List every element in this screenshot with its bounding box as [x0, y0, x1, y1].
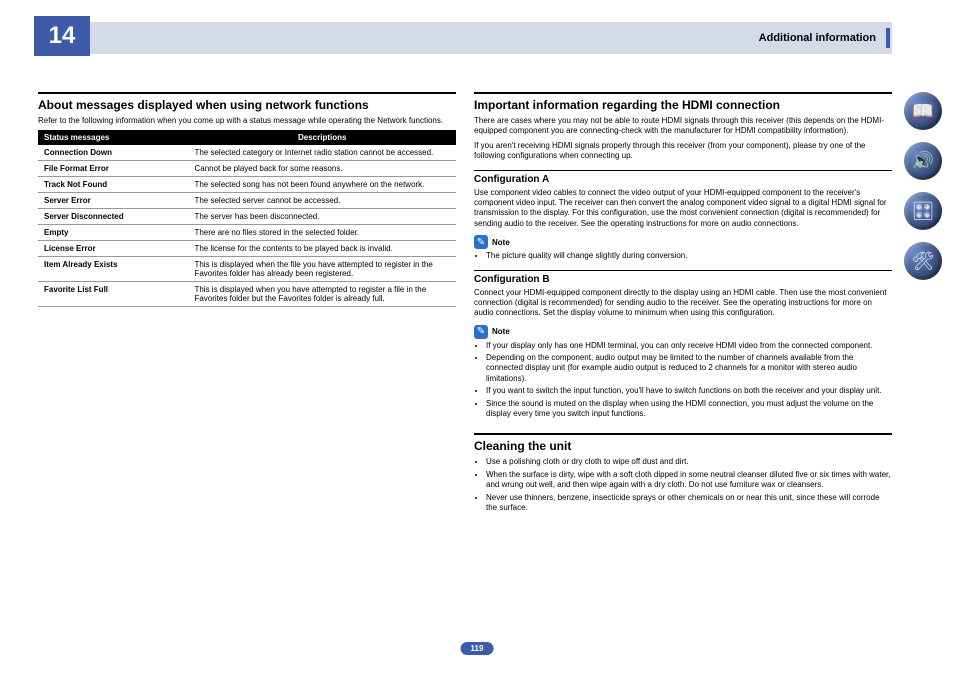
list-item: If your display only has one HDMI termin…	[486, 341, 892, 351]
note-a-list: The picture quality will change slightly…	[474, 251, 892, 261]
desc-cell: The server has been disconnected.	[188, 209, 456, 225]
desc-cell: The license for the contents to be playe…	[188, 241, 456, 257]
left-column: About messages displayed when using netw…	[38, 92, 456, 517]
list-item: Never use thinners, benzene, insecticide…	[486, 493, 892, 514]
status-cell: Empty	[38, 225, 188, 241]
remote-icon[interactable]: 🎛	[904, 192, 942, 230]
config-a-text: Use component video cables to connect th…	[474, 188, 892, 230]
page-number: 119	[461, 642, 494, 655]
note-b-list: If your display only has one HDMI termin…	[474, 341, 892, 420]
hdmi-intro-2: If you aren't receiving HDMI signals pro…	[474, 141, 892, 162]
status-cell: Favorite List Full	[38, 282, 188, 307]
table-row: EmptyThere are no files stored in the se…	[38, 225, 456, 241]
status-messages-table: Status messages Descriptions Connection …	[38, 130, 456, 307]
list-item: Depending on the component, audio output…	[486, 353, 892, 384]
header-bar: 14 Additional information	[38, 22, 892, 54]
status-cell: Track Not Found	[38, 177, 188, 193]
desc-cell: The selected song has not been found any…	[188, 177, 456, 193]
desc-cell: This is displayed when the file you have…	[188, 257, 456, 282]
header-accent	[886, 28, 890, 48]
side-nav-icons: 📖 🔊 🎛 🛠	[904, 92, 942, 280]
desc-cell: The selected category or Internet radio …	[188, 145, 456, 161]
speaker-icon[interactable]: 🔊	[904, 142, 942, 180]
status-cell: File Format Error	[38, 161, 188, 177]
pencil-icon: ✎	[474, 235, 488, 249]
col-header-desc: Descriptions	[188, 130, 456, 145]
note-label: Note	[492, 238, 510, 247]
list-item: If you want to switch the input function…	[486, 386, 892, 396]
config-a-heading: Configuration A	[474, 170, 892, 185]
table-row: Track Not FoundThe selected song has not…	[38, 177, 456, 193]
content: About messages displayed when using netw…	[38, 92, 892, 517]
cleaning-list: Use a polishing cloth or dry cloth to wi…	[474, 457, 892, 513]
status-cell: Connection Down	[38, 145, 188, 161]
desc-cell: This is displayed when you have attempte…	[188, 282, 456, 307]
pencil-icon: ✎	[474, 325, 488, 339]
config-b-text: Connect your HDMI-equipped component dir…	[474, 288, 892, 319]
desc-cell: The selected server cannot be accessed.	[188, 193, 456, 209]
list-item: Since the sound is muted on the display …	[486, 399, 892, 420]
config-b-heading: Configuration B	[474, 270, 892, 285]
section-heading-cleaning: Cleaning the unit	[474, 433, 892, 453]
status-cell: Server Error	[38, 193, 188, 209]
table-row: Connection DownThe selected category or …	[38, 145, 456, 161]
list-item: The picture quality will change slightly…	[486, 251, 892, 261]
table-row: Server ErrorThe selected server cannot b…	[38, 193, 456, 209]
status-cell: Item Already Exists	[38, 257, 188, 282]
tools-icon[interactable]: 🛠	[904, 242, 942, 280]
intro-text: Refer to the following information when …	[38, 116, 456, 126]
col-header-status: Status messages	[38, 130, 188, 145]
list-item: When the surface is dirty, wipe with a s…	[486, 470, 892, 491]
book-icon[interactable]: 📖	[904, 92, 942, 130]
chapter-number: 14	[34, 16, 90, 56]
header-title: Additional information	[759, 32, 876, 44]
list-item: Use a polishing cloth or dry cloth to wi…	[486, 457, 892, 467]
table-row: Server DisconnectedThe server has been d…	[38, 209, 456, 225]
desc-cell: Cannot be played back for some reasons.	[188, 161, 456, 177]
note-block-a: ✎ Note	[474, 235, 892, 249]
section-heading-hdmi: Important information regarding the HDMI…	[474, 92, 892, 112]
table-row: License ErrorThe license for the content…	[38, 241, 456, 257]
status-cell: License Error	[38, 241, 188, 257]
table-row: File Format ErrorCannot be played back f…	[38, 161, 456, 177]
note-label: Note	[492, 327, 510, 336]
table-row: Item Already ExistsThis is displayed whe…	[38, 257, 456, 282]
note-block-b: ✎ Note	[474, 325, 892, 339]
right-column: Important information regarding the HDMI…	[474, 92, 892, 517]
section-heading-network: About messages displayed when using netw…	[38, 92, 456, 112]
status-cell: Server Disconnected	[38, 209, 188, 225]
desc-cell: There are no files stored in the selecte…	[188, 225, 456, 241]
hdmi-intro-1: There are cases where you may not be abl…	[474, 116, 892, 137]
table-row: Favorite List FullThis is displayed when…	[38, 282, 456, 307]
